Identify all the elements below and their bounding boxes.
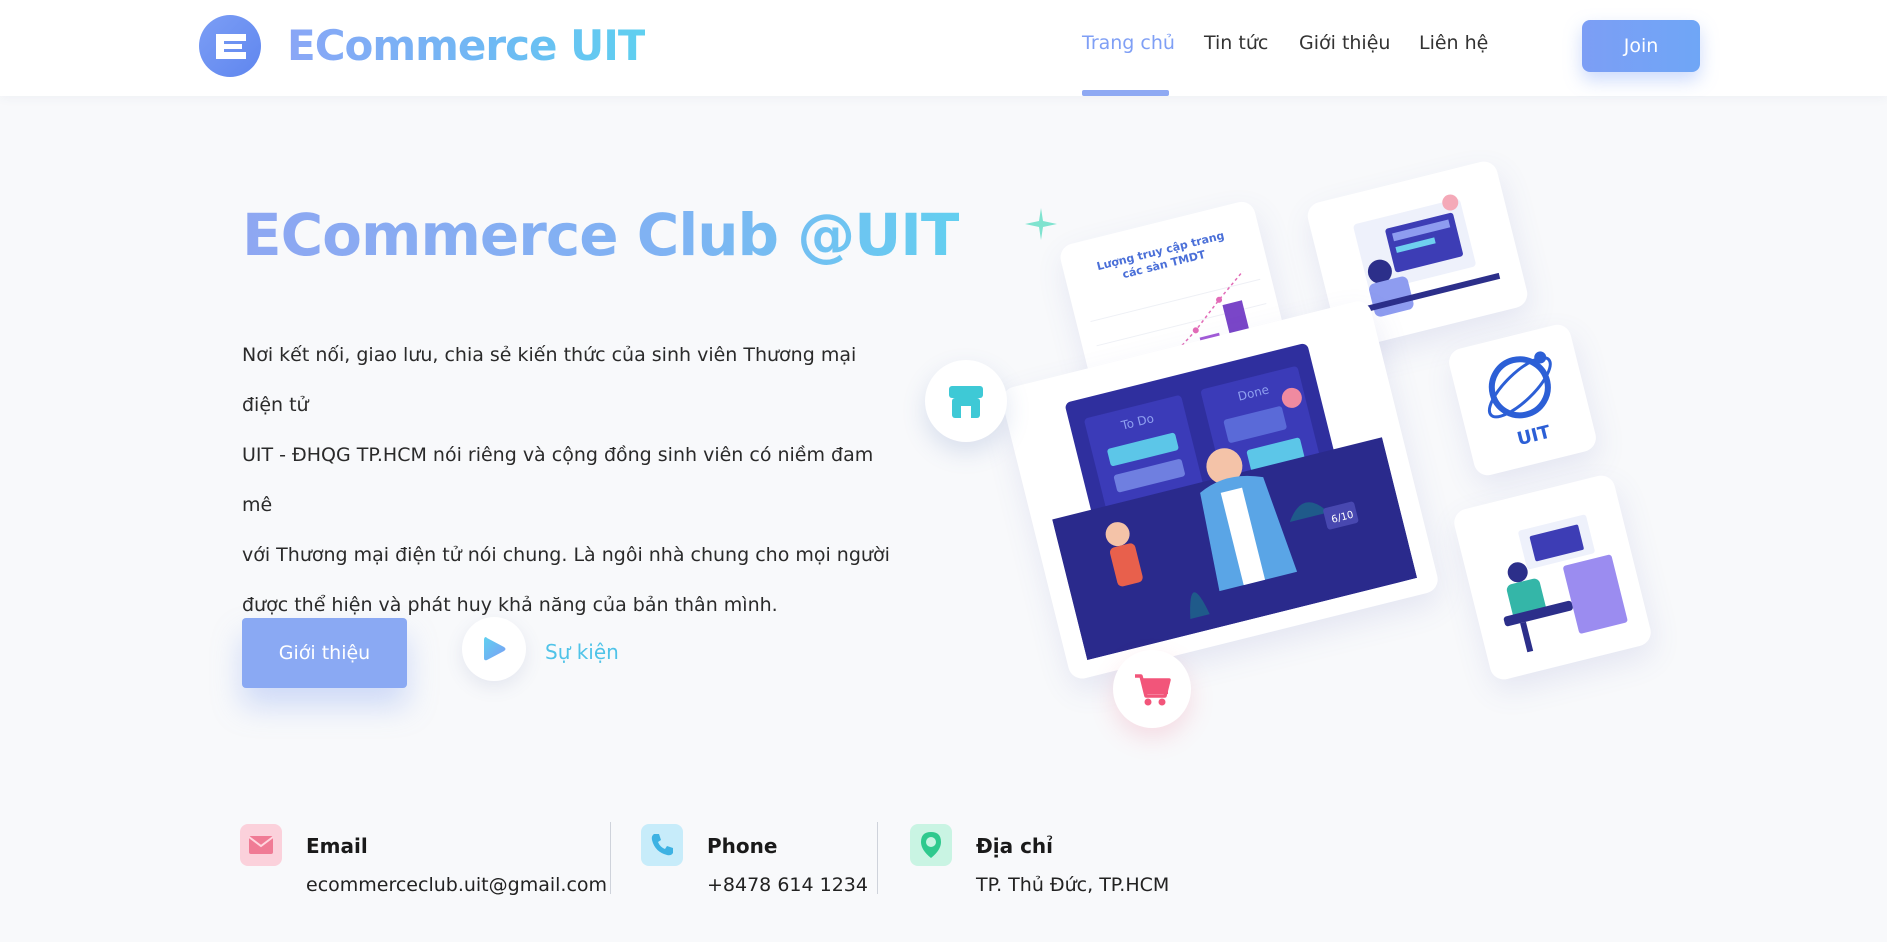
cart-bubble [1113,650,1191,728]
phone-icon [641,824,683,866]
event-link[interactable]: Sự kiện [545,640,619,664]
hero-illustration: Lượng truy cập trang các sàn TMDT To Do … [900,158,1680,740]
location-pin-icon [910,824,952,866]
store-bubble [925,360,1007,442]
contact-title: Địa chỉ [976,834,1054,858]
nav-active-indicator [1082,90,1169,96]
uit-globe-icon [1487,351,1552,419]
hero-description: Nơi kết nối, giao lưu, chia sẻ kiến thức… [242,330,892,630]
shopping-cart-icon [1135,674,1171,706]
developer-desk-graphic [1503,514,1628,653]
brand-name[interactable]: ECommerce UIT [287,22,646,70]
site-header: ECommerce UIT Trang chủ Tin tức Giới thi… [0,0,1887,96]
logo-icon[interactable] [198,14,262,78]
contact-title: Phone [707,834,778,858]
divider [877,822,878,894]
contact-address-value: TP. Thủ Đức, TP.HCM [976,874,1170,896]
uit-logo-card: UIT [1446,321,1599,479]
divider [610,822,611,894]
intro-button[interactable]: Giới thiệu [242,618,407,688]
developer-desk-card [1451,472,1654,683]
hero-description-line: Nơi kết nối, giao lưu, chia sẻ kiến thức… [242,344,857,416]
nav-item-home[interactable]: Trang chủ [1082,32,1175,54]
nav-item-about[interactable]: Giới thiệu [1299,32,1390,54]
nav-item-news[interactable]: Tin tức [1204,32,1268,54]
nav-item-contact[interactable]: Liên hệ [1419,32,1488,54]
hero-description-line: với Thương mại điện tử nói chung. Là ngô… [242,544,890,566]
contact-email-value[interactable]: ecommerceclub.uit@gmail.com [306,874,607,896]
hero-description-line: UIT - ĐHQG TP.HCM nói riêng và cộng đồng… [242,444,874,516]
sparkle-icon [1025,208,1057,240]
join-button[interactable]: Join [1582,20,1700,72]
play-button[interactable] [462,617,526,681]
play-icon [484,637,506,661]
kanban-scene-card: To Do Done 6/10 [999,298,1441,682]
contact-title: Email [306,834,368,858]
contact-email: Email ecommerceclub.uit@gmail.com [240,822,607,898]
kanban-board-graphic: To Do Done 6/10 [1052,343,1418,661]
mail-icon [240,824,282,866]
contact-phone-value[interactable]: +8478 614 1234 [707,874,868,896]
store-icon [949,386,983,418]
contact-address: Địa chỉ TP. Thủ Đức, TP.HCM [910,822,1210,898]
hero-title: ECommerce Club @UIT [242,201,960,269]
contact-phone: Phone +8478 614 1234 [641,822,881,898]
